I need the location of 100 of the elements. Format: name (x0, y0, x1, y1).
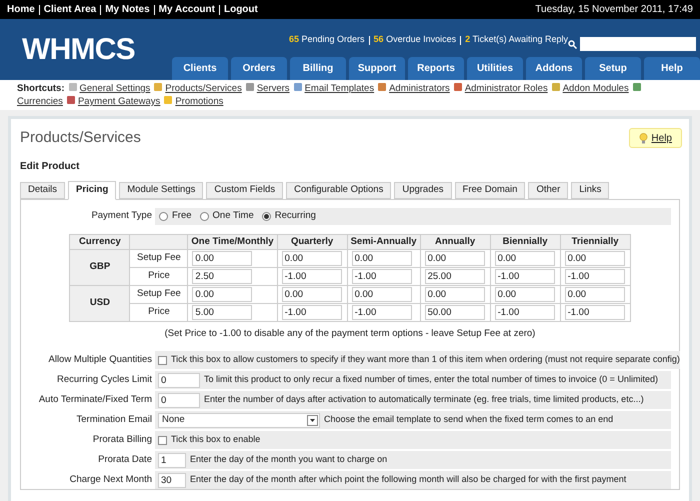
shortcut-link[interactable]: Administrator Roles (464, 83, 548, 94)
price-field[interactable]: 0.00 (352, 250, 412, 266)
shortcut-link[interactable]: Promotions (175, 96, 224, 107)
tab[interactable]: Custom Fields (206, 182, 284, 198)
shortcut-icon (244, 82, 255, 92)
shortcut-icon (163, 95, 174, 105)
top-link[interactable]: Client Area (44, 2, 96, 17)
hint-text: To limit this product to only recur a fixed number of times, enter the total number of times to invoice (0 = Unlimited) (204, 373, 658, 386)
shortcuts-label: Shortcuts: (17, 83, 64, 94)
price-field[interactable]: -1.00 (564, 268, 625, 284)
price-field[interactable]: 0.00 (424, 286, 485, 302)
column-header: Currency (70, 234, 130, 250)
price-field[interactable]: 0.00 (564, 250, 625, 266)
help-button[interactable]: Help (629, 128, 682, 148)
price-field[interactable]: 0.00 (192, 250, 252, 266)
price-field[interactable]: -1.00 (282, 268, 342, 284)
radio-button[interactable] (262, 212, 271, 220)
top-link[interactable]: My Notes (105, 2, 150, 17)
search-field[interactable] (580, 37, 696, 51)
price-field[interactable]: 0.00 (564, 286, 625, 302)
date-time: Tuesday, 15 November 2011, 17:49 (535, 3, 693, 17)
nav-tab[interactable]: Orders (231, 57, 287, 80)
radio-label: Free (172, 208, 192, 223)
field-label: Charge Next Month (68, 472, 153, 487)
shortcut-link[interactable]: Payment Gateways (78, 96, 160, 107)
price-field[interactable]: 0.00 (494, 286, 555, 302)
shortcut-link[interactable]: Currencies (17, 96, 63, 107)
price-field[interactable]: -1.00 (564, 304, 625, 320)
shortcut-link[interactable]: Products/Services (165, 83, 242, 94)
price-field[interactable]: 5.00 (192, 304, 252, 320)
radio-button[interactable] (159, 212, 168, 220)
tab[interactable]: Other (528, 182, 568, 198)
shortcut-icon (550, 82, 561, 92)
price-field[interactable]: -1.00 (494, 268, 555, 284)
currency-cell: GBP (70, 249, 130, 286)
dropdown[interactable]: None (158, 412, 320, 428)
tab[interactable]: Configurable Options (286, 182, 392, 198)
nav-tab[interactable]: Addons (526, 57, 582, 80)
stat-link[interactable]: 56 Overdue Invoices (374, 33, 456, 47)
stat-link[interactable]: 65 Pending Orders (288, 33, 365, 47)
price-field[interactable]: -1.00 (282, 304, 342, 320)
shortcut-icon (292, 82, 303, 92)
price-field[interactable]: 0.00 (282, 286, 342, 302)
price-field[interactable]: 25.00 (424, 268, 485, 284)
price-field[interactable]: -1.00 (352, 304, 412, 320)
price-field[interactable]: 50.00 (424, 304, 485, 320)
field-label: Prorata Date (97, 452, 153, 467)
text-field[interactable]: 1 (158, 452, 186, 468)
column-header: Triennially (560, 234, 630, 250)
tab[interactable]: Upgrades (394, 182, 452, 198)
pricing-note: (Set Price to -1.00 to disable any of the payment term options - leave Setup Fee at zero) (164, 326, 536, 341)
field-label: Auto Terminate/Fixed Term (38, 392, 153, 407)
shortcut-link[interactable]: Email Templates (304, 83, 374, 94)
shortcut-icon (452, 82, 463, 92)
price-field[interactable]: 0.00 (192, 286, 252, 302)
nav-tab[interactable]: Setup (585, 57, 641, 80)
text-field[interactable]: 0 (158, 392, 200, 408)
tab[interactable]: Free Domain (454, 182, 526, 198)
radio-button[interactable] (200, 212, 209, 220)
tab[interactable]: Links (571, 182, 610, 198)
field-label: Payment Type (90, 208, 153, 223)
price-field[interactable]: -1.00 (352, 268, 412, 284)
checkbox[interactable] (158, 356, 167, 364)
stat-link[interactable]: 2 Ticket(s) Awaiting Reply (465, 33, 568, 47)
nav-tab[interactable]: Support (349, 57, 405, 80)
price-field[interactable]: -1.00 (494, 304, 555, 320)
tab[interactable]: Pricing (68, 180, 116, 200)
shortcut-link[interactable]: Administrators (389, 83, 450, 94)
shortcut-link[interactable]: Addon Modules (562, 83, 629, 94)
top-link[interactable]: Home (7, 2, 35, 17)
nav-tab[interactable]: Billing (290, 57, 346, 80)
field-label: Prorata Billing (92, 432, 153, 447)
nav-tab[interactable]: Clients (172, 57, 228, 80)
tab[interactable]: Module Settings (119, 182, 204, 198)
nav-tab[interactable]: Utilities (467, 57, 523, 80)
column-header: One Time/Monthly (188, 234, 278, 250)
top-link[interactable]: Logout (224, 2, 258, 17)
column-header: Annually (420, 234, 490, 250)
text-field[interactable]: 0 (158, 372, 200, 388)
field-label: Allow Multiple Quantities (48, 352, 153, 367)
hint-text: Enter the day of the month after which point the following month will also be charged for with the first payment (190, 473, 626, 486)
shortcut-icon (66, 95, 76, 105)
tab[interactable]: Details (20, 182, 66, 198)
price-field[interactable]: 2.50 (192, 268, 252, 284)
caret-icon (310, 418, 315, 422)
price-field[interactable]: 0.00 (352, 286, 412, 302)
nav-tab[interactable]: Reports (408, 57, 464, 80)
shortcut-link[interactable]: Servers (256, 83, 290, 94)
nav-tab[interactable]: Help (644, 57, 700, 80)
price-field[interactable]: 0.00 (424, 250, 485, 266)
column-header: Semi-Annually (347, 234, 420, 250)
radio-label: One Time (212, 208, 254, 223)
checkbox[interactable] (158, 436, 167, 444)
text-field[interactable]: 30 (158, 472, 186, 488)
top-link[interactable]: My Account (158, 2, 215, 17)
shortcut-icon (377, 82, 388, 92)
hint-text: Choose the email template to send when the fixed term comes to an end (324, 413, 614, 426)
price-field[interactable]: 0.00 (494, 250, 555, 266)
price-field[interactable]: 0.00 (282, 250, 342, 266)
shortcut-link[interactable]: General Settings (80, 83, 150, 94)
